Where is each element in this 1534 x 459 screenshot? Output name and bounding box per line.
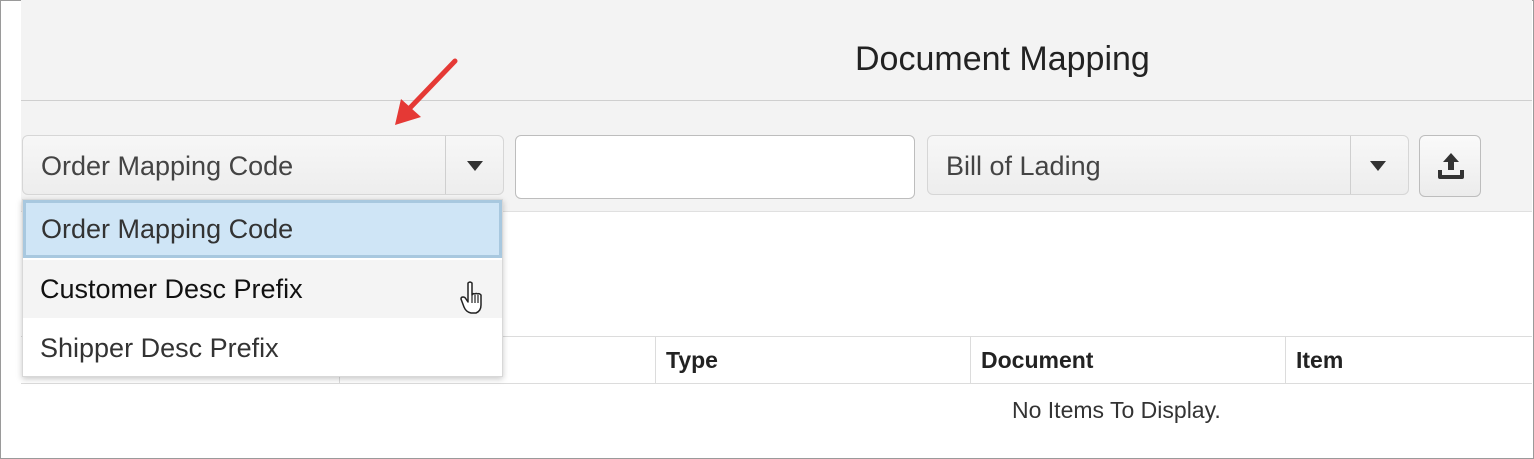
field-select[interactable]: Order Mapping Code (22, 135, 504, 195)
upload-button[interactable] (1419, 135, 1481, 197)
chevron-down-icon[interactable] (1370, 161, 1386, 171)
hand-cursor-icon (460, 281, 482, 314)
field-select-divider (445, 136, 446, 194)
empty-table-message: No Items To Display. (1012, 397, 1221, 423)
page-header (21, 0, 1532, 101)
dropdown-option-shipper-desc-prefix[interactable]: Shipper Desc Prefix (23, 319, 502, 377)
field-select-dropdown: Order Mapping Code Customer Desc Prefix … (22, 199, 503, 377)
column-header-type[interactable]: Type (655, 337, 970, 383)
document-type-value: Bill of Lading (946, 151, 1101, 181)
page-title: Document Mapping (855, 40, 1150, 78)
document-type-divider (1350, 136, 1351, 194)
chevron-down-icon[interactable] (467, 161, 483, 171)
dropdown-option-customer-desc-prefix[interactable]: Customer Desc Prefix (23, 260, 502, 318)
column-header-item[interactable]: Item (1285, 337, 1532, 383)
upload-icon (1438, 153, 1464, 179)
annotation-arrow-icon (395, 58, 458, 125)
field-select-value: Order Mapping Code (41, 151, 294, 181)
document-type-select[interactable]: Bill of Lading (927, 135, 1409, 195)
dropdown-option-order-mapping-code[interactable]: Order Mapping Code (23, 200, 502, 258)
search-input[interactable] (515, 135, 915, 199)
column-header-document[interactable]: Document (970, 337, 1285, 383)
